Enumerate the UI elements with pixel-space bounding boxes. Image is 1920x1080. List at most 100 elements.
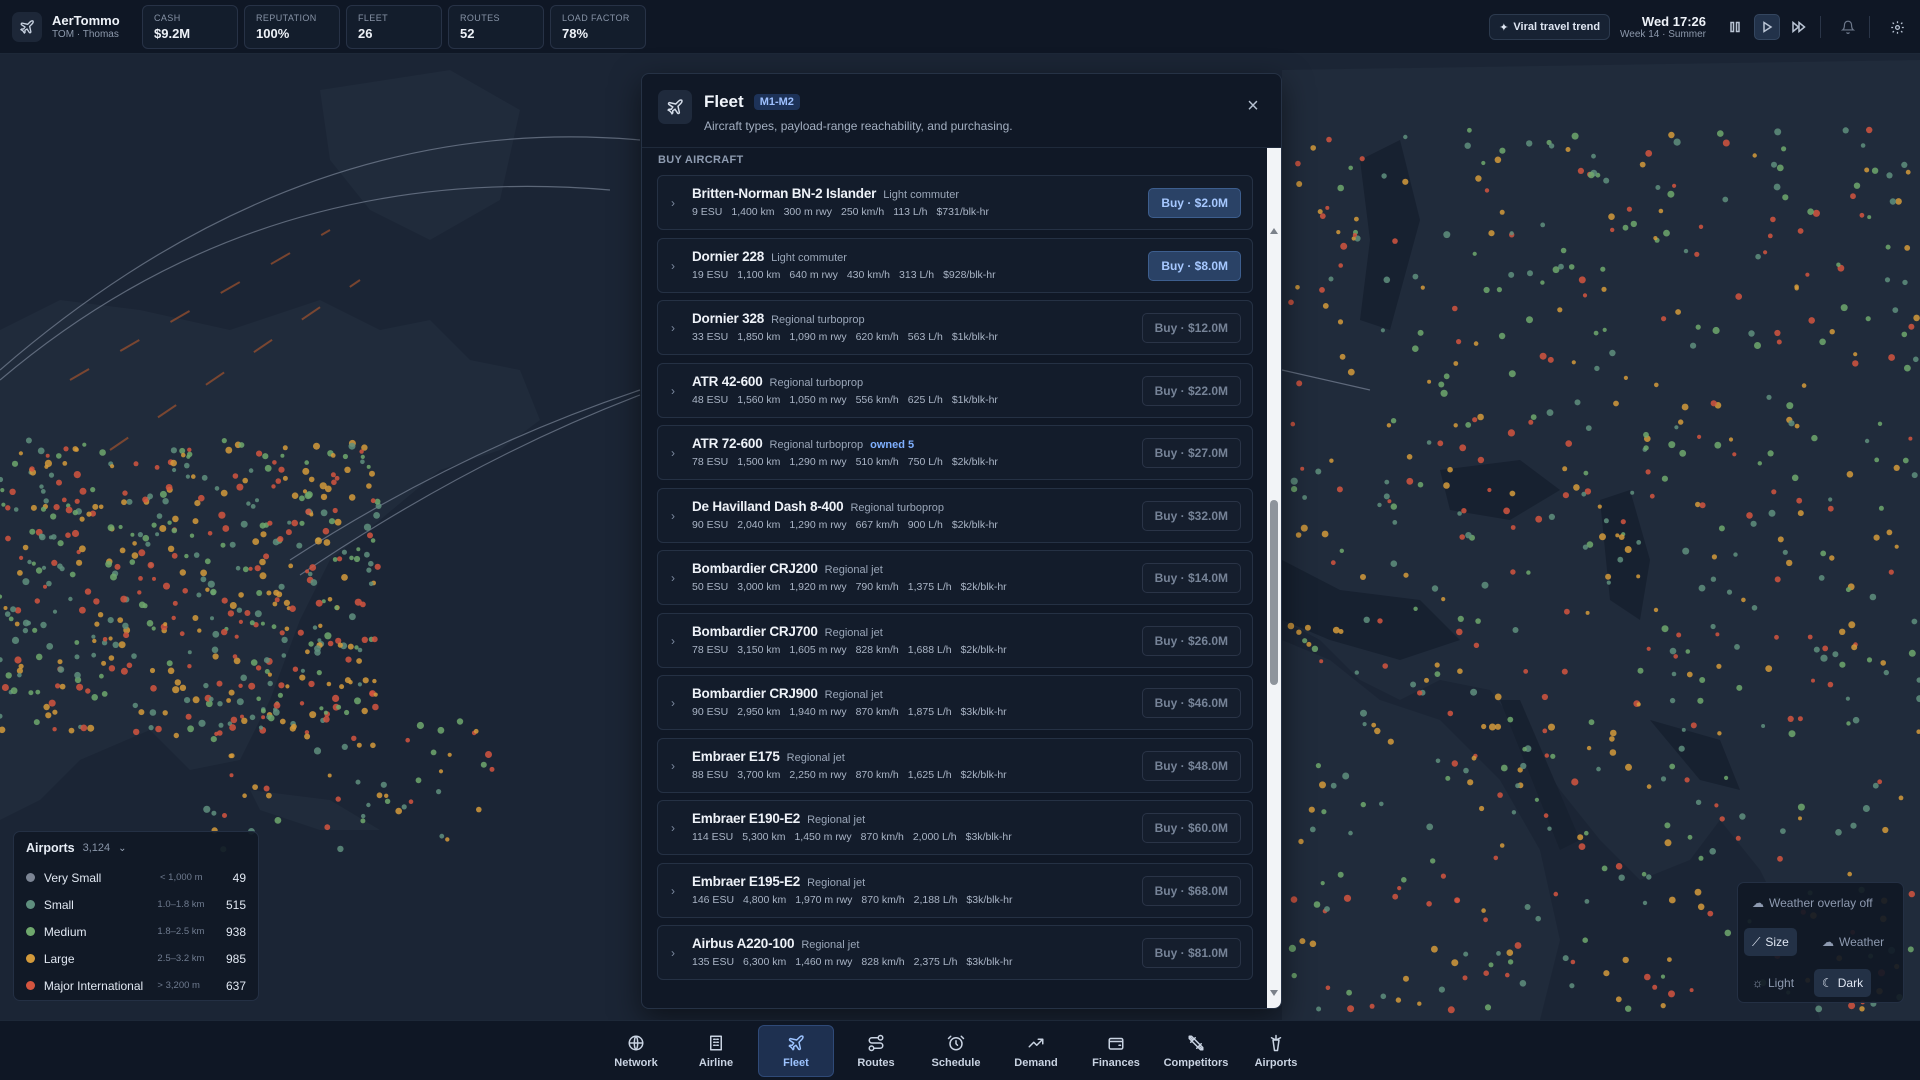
airport-dot[interactable] [1288,944,1296,953]
airport-dot[interactable] [35,567,43,574]
airport-dot[interactable] [1508,271,1515,278]
airport-dot[interactable] [29,466,35,472]
airport-dot[interactable] [250,504,256,509]
airport-dot[interactable] [1780,828,1786,834]
airport-dot[interactable] [447,752,452,757]
airport-dot[interactable] [1315,763,1321,769]
airport-dot[interactable] [242,793,247,798]
airport-dot[interactable] [46,580,52,587]
buy-button[interactable]: Buy · $68.0M [1141,875,1241,906]
airport-dot[interactable] [1300,524,1308,532]
airport-dot[interactable] [1807,208,1814,215]
airport-dot[interactable] [1290,421,1296,427]
airport-dot[interactable] [1681,403,1689,411]
airport-dot[interactable] [1392,893,1399,900]
airport-dot[interactable] [368,581,374,587]
scroll-up-arrow[interactable] [1270,228,1278,234]
airport-dot[interactable] [92,503,99,510]
airport-dot[interactable] [50,513,57,520]
airport-dot[interactable] [1715,632,1720,637]
airport-dot[interactable] [1560,247,1567,254]
airport-dot[interactable] [1645,150,1653,157]
airport-dot[interactable] [10,687,18,695]
airport-dot[interactable] [1658,208,1664,214]
airport-dot[interactable] [313,747,322,755]
airport-dot[interactable] [1510,525,1516,530]
airport-dot[interactable] [1683,248,1689,254]
airport-dot[interactable] [3,606,8,610]
airport-dot[interactable] [207,531,213,536]
airport-dot[interactable] [41,565,47,570]
airport-dot[interactable] [1459,444,1467,452]
airport-dot[interactable] [1864,167,1870,173]
airport-dot[interactable] [1483,917,1488,923]
airport-dot[interactable] [1649,493,1655,499]
airport-dot[interactable] [1669,763,1676,770]
size-button[interactable]: ⟋ Size [1744,928,1797,956]
airport-dot[interactable] [142,496,149,503]
airport-dot[interactable] [31,561,36,566]
airport-dot[interactable] [8,616,14,622]
airport-dot[interactable] [185,474,190,479]
airport-dot[interactable] [1913,356,1919,363]
airport-dot[interactable] [79,487,87,495]
airport-dot[interactable] [1462,975,1468,981]
airport-dot[interactable] [380,781,387,788]
airport-dot[interactable] [1852,716,1860,724]
airport-dot[interactable] [151,626,156,631]
airport-dot[interactable] [74,671,81,679]
airport-dot[interactable] [205,587,210,592]
airport-dot[interactable] [120,595,128,603]
airport-dot[interactable] [260,621,265,626]
airport-dot[interactable] [249,714,256,721]
airport-dot[interactable] [1410,681,1417,688]
airport-dot[interactable] [229,541,236,548]
airport-dot[interactable] [1620,519,1626,525]
airport-dot[interactable] [1562,492,1569,499]
airport-dot[interactable] [1613,400,1619,407]
airport-dot[interactable] [1755,253,1761,260]
airport-dot[interactable] [1447,710,1454,717]
nav-demand[interactable]: Demand [998,1025,1074,1077]
airport-dot[interactable] [1539,352,1547,360]
airport-dot[interactable] [1499,843,1505,848]
chevron-right-icon[interactable]: › [671,446,675,460]
airport-dot[interactable] [271,484,276,489]
airport-dot[interactable] [480,761,487,768]
airport-dot[interactable] [173,732,179,739]
airport-dot[interactable] [361,636,368,643]
airport-dot[interactable] [1463,767,1469,774]
airport-dot[interactable] [1904,364,1911,372]
airport-dot[interactable] [117,617,124,623]
airport-dot[interactable] [334,518,342,526]
airport-dot[interactable] [91,634,96,639]
airport-dot[interactable] [1426,823,1434,831]
airport-dot[interactable] [1438,381,1445,388]
airport-dot[interactable] [187,447,192,452]
airport-dot[interactable] [1690,722,1697,729]
airport-dot[interactable] [1643,431,1649,438]
chevron-right-icon[interactable]: › [671,946,675,960]
airport-dot[interactable] [1828,497,1833,502]
airport-dot[interactable] [131,653,137,659]
airport-dot[interactable] [1583,470,1589,476]
aircraft-row[interactable]: › Embraer E175 Regional jet 88 ESU 3,700 … [657,737,1253,793]
nav-routes[interactable]: Routes [838,1025,914,1077]
airport-dot[interactable] [184,553,189,559]
airport-dot[interactable] [1481,581,1489,589]
airport-dot[interactable] [370,742,376,749]
airport-dot[interactable] [1506,949,1514,956]
airport-dot[interactable] [405,737,411,743]
airport-dot[interactable] [1417,481,1424,488]
airport-dot[interactable] [240,674,247,682]
airport-dot[interactable] [256,696,262,702]
airport-dot[interactable] [1637,667,1644,674]
airport-dot[interactable] [272,708,280,716]
airport-dot[interactable] [1776,339,1782,345]
airport-dot[interactable] [1774,634,1779,640]
chevron-right-icon[interactable]: › [671,759,675,773]
airport-dot[interactable] [327,640,334,647]
airport-dot[interactable] [249,620,255,626]
airport-dot[interactable] [74,447,79,452]
airport-dot[interactable] [0,488,5,493]
